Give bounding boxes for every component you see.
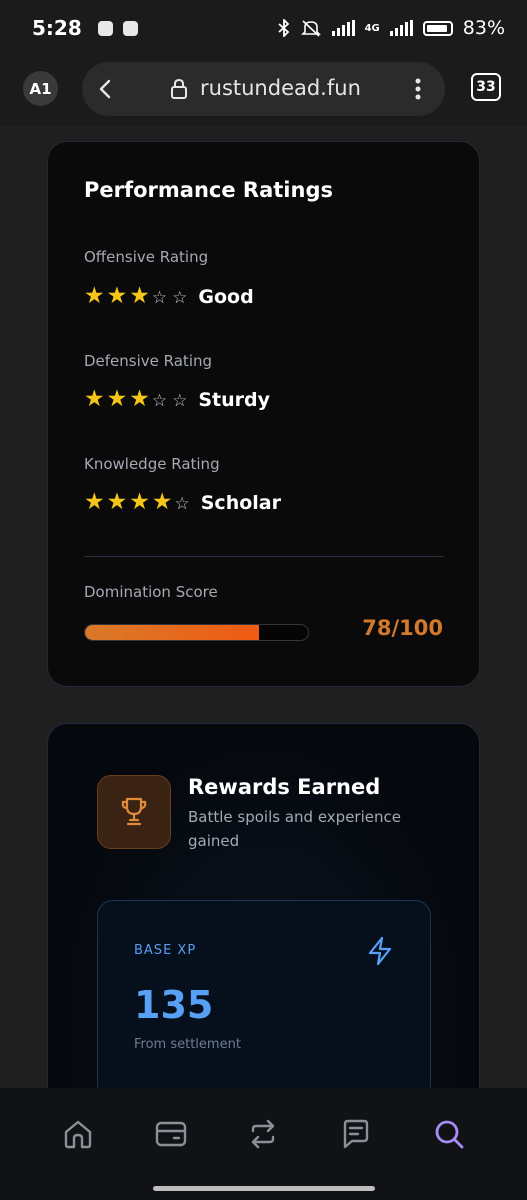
more-options-icon[interactable]: [415, 78, 421, 100]
nav-wallet[interactable]: [154, 1117, 188, 1151]
base-xp-note: From settlement: [134, 1037, 241, 1052]
home-indicator[interactable]: [153, 1186, 375, 1191]
domination-score-label: Domination Score: [84, 583, 218, 601]
star-filled-icon: ★: [129, 386, 150, 412]
rewards-title: Rewards Earned: [188, 775, 381, 799]
status-time: 5:28: [32, 16, 82, 40]
star-filled-icon: ★: [84, 283, 105, 309]
app-notification-icon: [97, 20, 113, 36]
star-filled-icon: ★: [84, 386, 105, 412]
trophy-badge: [97, 775, 171, 849]
star-rating: ★★★★ ☆: [84, 491, 195, 514]
knowledge-rating-row: ★★★★ ☆ Scholar: [84, 491, 281, 514]
defensive-rating-row: ★★★ ☆ ☆ Sturdy: [84, 388, 270, 411]
rewards-card: Rewards Earned Battle spoils and experie…: [47, 723, 480, 1088]
home-icon[interactable]: [62, 1118, 94, 1150]
domination-progress-bar: [84, 624, 309, 641]
status-bar: 5:28 4G 83%: [0, 0, 527, 56]
base-xp-label: BASE XP: [134, 943, 197, 958]
star-empty-icon: ☆: [151, 288, 168, 308]
star-rating: ★★★ ☆ ☆: [84, 285, 192, 308]
url-text[interactable]: rustundead.fun: [200, 76, 361, 100]
browser-toolbar: A1 rustundead.fun 33: [0, 56, 527, 126]
signal-icon: [331, 20, 355, 36]
mute-icon: [300, 20, 321, 37]
battery-icon: [422, 20, 453, 36]
battery-percent: 83%: [462, 17, 505, 39]
star-empty-icon: ☆: [172, 288, 188, 308]
star-filled-icon: ★: [106, 283, 128, 309]
chat-icon[interactable]: [340, 1118, 372, 1150]
status-indicators: 4G 83%: [277, 17, 505, 39]
divider: [84, 556, 444, 557]
performance-card: Performance Ratings Offensive Rating ★★★…: [47, 141, 480, 687]
star-empty-icon: ☆: [172, 391, 188, 411]
star-empty-icon: ☆: [151, 391, 168, 411]
offensive-rating-row: ★★★ ☆ ☆ Good: [84, 285, 254, 308]
page-content: Performance Ratings Offensive Rating ★★★…: [0, 126, 527, 1088]
nav-search[interactable]: [432, 1117, 466, 1151]
network-type: 4G: [364, 22, 380, 34]
bluetooth-icon: [277, 19, 289, 37]
knowledge-rating-label: Knowledge Rating: [84, 455, 220, 473]
nav-swap[interactable]: [246, 1117, 280, 1151]
back-icon[interactable]: [98, 79, 112, 99]
app-notification-icon: [122, 20, 138, 36]
wallet-icon[interactable]: [154, 1119, 188, 1149]
offensive-rating-label: Offensive Rating: [84, 248, 209, 266]
star-rating: ★★★ ☆ ☆: [84, 388, 192, 411]
performance-title: Performance Ratings: [84, 178, 333, 202]
swap-icon[interactable]: [247, 1118, 279, 1150]
tab-switcher-button[interactable]: 33: [471, 73, 501, 101]
star-filled-icon: ★: [106, 386, 128, 412]
signal-icon: [389, 20, 413, 36]
star-filled-icon: ★: [129, 489, 150, 515]
star-filled-icon: ★: [84, 489, 105, 515]
star-filled-icon: ★: [129, 283, 150, 309]
nav-home[interactable]: [61, 1117, 95, 1151]
knowledge-rating-value: Scholar: [200, 491, 281, 514]
offensive-rating-value: Good: [198, 285, 254, 308]
defensive-rating-value: Sturdy: [198, 388, 271, 411]
rewards-subtitle: Battle spoils and experience gained: [188, 808, 401, 850]
star-filled-icon: ★: [106, 489, 128, 515]
domination-progress-fill: [85, 625, 259, 640]
lock-icon: [171, 78, 187, 99]
defensive-rating-label: Defensive Rating: [84, 352, 213, 370]
star-filled-icon: ★: [151, 489, 173, 515]
nav-chat[interactable]: [339, 1117, 373, 1151]
lightning-icon: [368, 936, 392, 966]
base-xp-panel: BASE XP 135 From settlement: [97, 900, 431, 1088]
bottom-navigation: [0, 1088, 527, 1180]
domination-score-value: 78/100: [362, 616, 443, 640]
star-empty-icon: ☆: [174, 494, 190, 514]
base-xp-value: 135: [134, 983, 214, 1027]
trophy-icon: [121, 797, 147, 826]
profile-avatar[interactable]: A1: [23, 71, 58, 106]
search-icon[interactable]: [433, 1118, 465, 1150]
address-bar[interactable]: rustundead.fun: [82, 62, 445, 116]
